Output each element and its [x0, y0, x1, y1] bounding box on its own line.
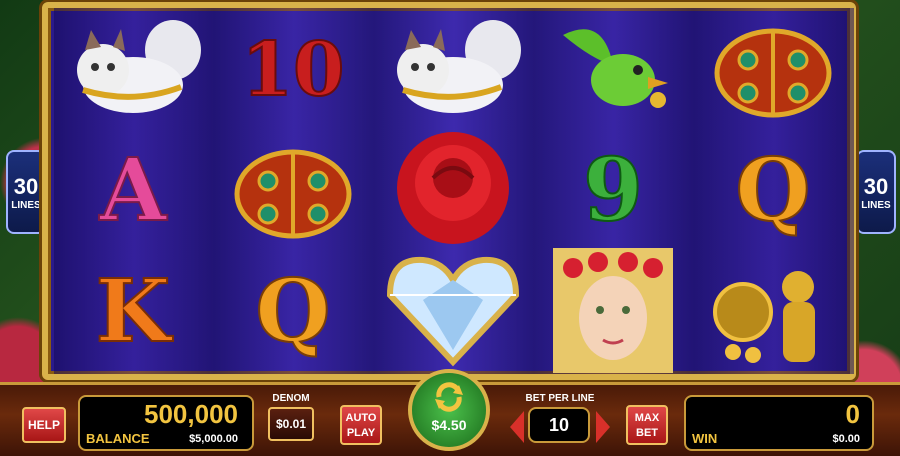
bet-per-line-value: 10 [528, 407, 590, 443]
balance-panel: 500,000 BALANCE $5,000.00 [78, 395, 254, 451]
win-credits: 0 [845, 399, 860, 429]
balance-label: BALANCE [86, 431, 150, 446]
symbol-9: 9 [582, 139, 644, 241]
win-label: WIN [692, 431, 718, 446]
lines-count-right: 30 [863, 173, 889, 199]
symbol-Q: Q [255, 260, 332, 362]
win-panel: 0 WIN $0.00 [684, 395, 874, 451]
symbol-diamond-heart [378, 252, 528, 367]
symbol-A: A [99, 139, 168, 241]
spin-bet-amount: $4.50 [431, 417, 467, 433]
lines-label-right: LINES [861, 199, 891, 211]
balance-credits: 500,000 [144, 399, 238, 429]
lines-badge-left: 30 LINES [6, 150, 46, 234]
denom-label: DENOM [272, 393, 310, 404]
spin-button[interactable]: $4.50 [408, 369, 490, 451]
max-bet-button[interactable]: MAX BET [626, 405, 668, 445]
lines-badge-right: 30 LINES [856, 150, 896, 234]
symbol-flower-lady [538, 248, 688, 373]
autoplay-label-line1: AUTO [345, 412, 377, 424]
symbol-ladybug [698, 12, 848, 127]
autoplay-label-line2: PLAY [346, 427, 376, 439]
denom-button[interactable]: $0.01 [268, 407, 314, 441]
symbol-green-bird [538, 12, 688, 127]
reels-frame: 10 A 9 Q K Q [42, 2, 856, 380]
bet-increase-arrow-icon[interactable] [596, 411, 610, 443]
symbol-Q: Q [735, 139, 812, 241]
max-bet-label-line2: BET [636, 427, 658, 439]
lines-count-left: 30 [13, 173, 39, 199]
bet-per-line-label: BET PER LINE [525, 393, 595, 404]
win-money: $0.00 [832, 433, 860, 445]
symbol-white-cat [58, 12, 208, 127]
balance-money: $5,000.00 [189, 433, 238, 445]
control-bar: HELP 500,000 BALANCE $5,000.00 DENOM $0.… [0, 369, 900, 456]
symbol-K: K [95, 260, 172, 362]
slot-game-screen: 30 LINES 30 LINES 10 A 9 Q K Q HELP 500,… [0, 0, 900, 456]
bet-decrease-arrow-icon[interactable] [510, 411, 524, 443]
symbol-golden-statue [698, 254, 848, 369]
help-button[interactable]: HELP [22, 407, 66, 443]
symbol-ladybug [218, 133, 368, 248]
max-bet-label-line1: MAX [634, 412, 660, 424]
spin-arrows-icon [433, 381, 465, 413]
symbol-10: 10 [241, 26, 346, 113]
symbol-white-cat [378, 12, 528, 127]
autoplay-button[interactable]: AUTO PLAY [340, 405, 382, 445]
symbol-red-rose [378, 130, 528, 245]
lines-label-left: LINES [11, 199, 41, 211]
